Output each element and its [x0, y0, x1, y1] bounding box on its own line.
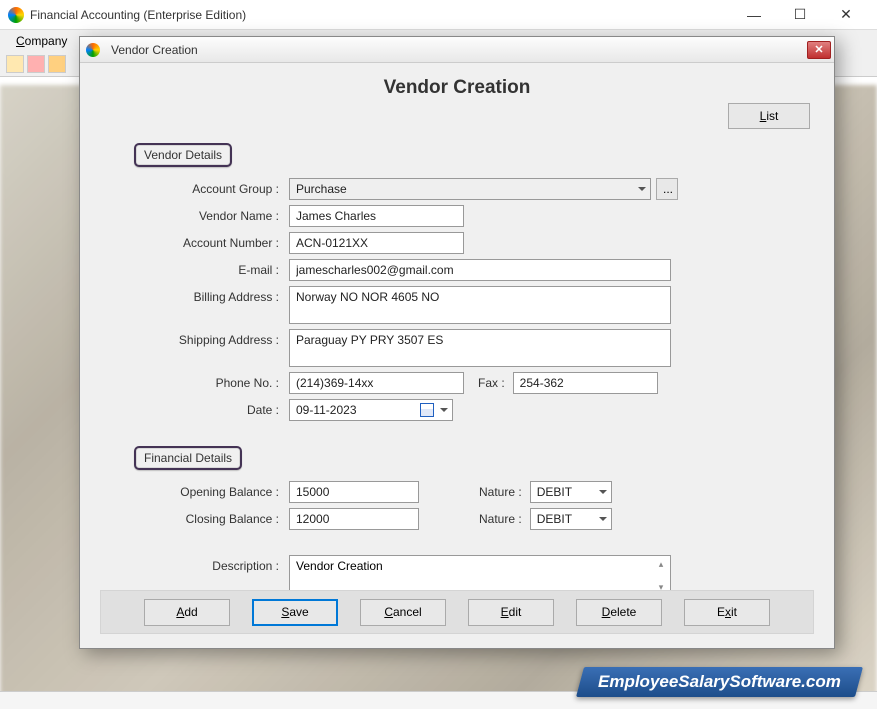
label-description: Description :: [134, 555, 289, 573]
dialog-button-bar: Add Save Cancel Edit Delete Exit: [100, 590, 814, 634]
add-button[interactable]: Add: [144, 599, 230, 626]
section-vendor-details-badge: Vendor Details: [134, 143, 232, 167]
description-scroll[interactable]: ▴ ▾: [655, 559, 667, 593]
financial-details-form: Opening Balance : Nature : DEBIT Closing…: [134, 466, 780, 597]
dialog-titlebar[interactable]: Vendor Creation ✕: [80, 37, 834, 63]
app-icon: [8, 7, 24, 23]
list-button[interactable]: List: [728, 103, 810, 129]
label-email: E-mail :: [134, 263, 289, 277]
vendor-creation-dialog: Vendor Creation ✕ Vendor Creation List V…: [79, 36, 835, 649]
opening-balance-input[interactable]: [289, 481, 419, 503]
watermark: EmployeeSalarySoftware.com: [576, 667, 863, 697]
calendar-icon: [420, 403, 434, 417]
label-vendor-name: Vendor Name :: [134, 209, 289, 223]
chevron-down-icon: [638, 187, 646, 191]
cancel-button[interactable]: Cancel: [360, 599, 446, 626]
exit-button[interactable]: Exit: [684, 599, 770, 626]
label-account-group: Account Group :: [134, 182, 289, 196]
chevron-down-icon: [440, 408, 448, 412]
fax-input[interactable]: [513, 372, 658, 394]
closing-nature-select[interactable]: DEBIT: [530, 508, 612, 530]
label-billing-address: Billing Address :: [134, 286, 289, 304]
label-opening-nature: Nature :: [419, 485, 530, 499]
chevron-down-icon: [599, 517, 607, 521]
opening-nature-value: DEBIT: [537, 485, 572, 499]
label-account-number: Account Number :: [134, 236, 289, 250]
opening-nature-select[interactable]: DEBIT: [530, 481, 612, 503]
label-date: Date :: [134, 403, 289, 417]
account-number-input[interactable]: [289, 232, 464, 254]
label-shipping-address: Shipping Address :: [134, 329, 289, 347]
menu-company[interactable]: Company: [8, 32, 75, 50]
vendor-name-input[interactable]: [289, 205, 464, 227]
save-button[interactable]: Save: [252, 599, 338, 626]
date-value: 09-11-2023: [296, 403, 357, 417]
account-group-value: Purchase: [296, 182, 347, 196]
closing-balance-input[interactable]: [289, 508, 419, 530]
dialog-close-button[interactable]: ✕: [807, 41, 831, 59]
billing-address-input[interactable]: [289, 286, 671, 324]
label-fax: Fax :: [464, 376, 513, 390]
menu-company-label: ompany: [25, 34, 68, 48]
label-closing-nature: Nature :: [419, 512, 530, 526]
scroll-up-icon: ▴: [659, 559, 664, 570]
toolbar-button-2[interactable]: [27, 55, 45, 73]
vendor-details-form: Account Group : Purchase ... Vendor Name…: [134, 163, 780, 421]
toolbar-button-3[interactable]: [48, 55, 66, 73]
close-button[interactable]: ✕: [823, 1, 869, 29]
dialog-icon: [86, 43, 100, 57]
phone-input[interactable]: [289, 372, 464, 394]
dialog-body: Vendor Creation List Vendor Details Acco…: [80, 63, 834, 597]
delete-button[interactable]: Delete: [576, 599, 662, 626]
shipping-address-input[interactable]: [289, 329, 671, 367]
account-group-browse-button[interactable]: ...: [656, 178, 678, 200]
email-input[interactable]: [289, 259, 671, 281]
label-closing-balance: Closing Balance :: [134, 512, 289, 526]
dialog-heading: Vendor Creation: [100, 77, 814, 99]
maximize-button[interactable]: ☐: [777, 1, 823, 29]
edit-button[interactable]: Edit: [468, 599, 554, 626]
label-opening-balance: Opening Balance :: [134, 485, 289, 499]
chevron-down-icon: [599, 490, 607, 494]
dialog-title-text: Vendor Creation: [111, 43, 198, 57]
closing-nature-value: DEBIT: [537, 512, 572, 526]
account-group-select[interactable]: Purchase: [289, 178, 651, 200]
main-window-title: Financial Accounting (Enterprise Edition…: [30, 8, 731, 22]
date-picker[interactable]: 09-11-2023: [289, 399, 453, 421]
section-financial-details-badge: Financial Details: [134, 446, 242, 470]
main-titlebar: Financial Accounting (Enterprise Edition…: [0, 0, 877, 30]
label-phone: Phone No. :: [134, 376, 289, 390]
toolbar-button-1[interactable]: [6, 55, 24, 73]
window-buttons: — ☐ ✕: [731, 1, 869, 29]
description-value: Vendor Creation: [296, 559, 383, 573]
dialog-title: Vendor Creation: [86, 43, 807, 57]
minimize-button[interactable]: —: [731, 1, 777, 29]
